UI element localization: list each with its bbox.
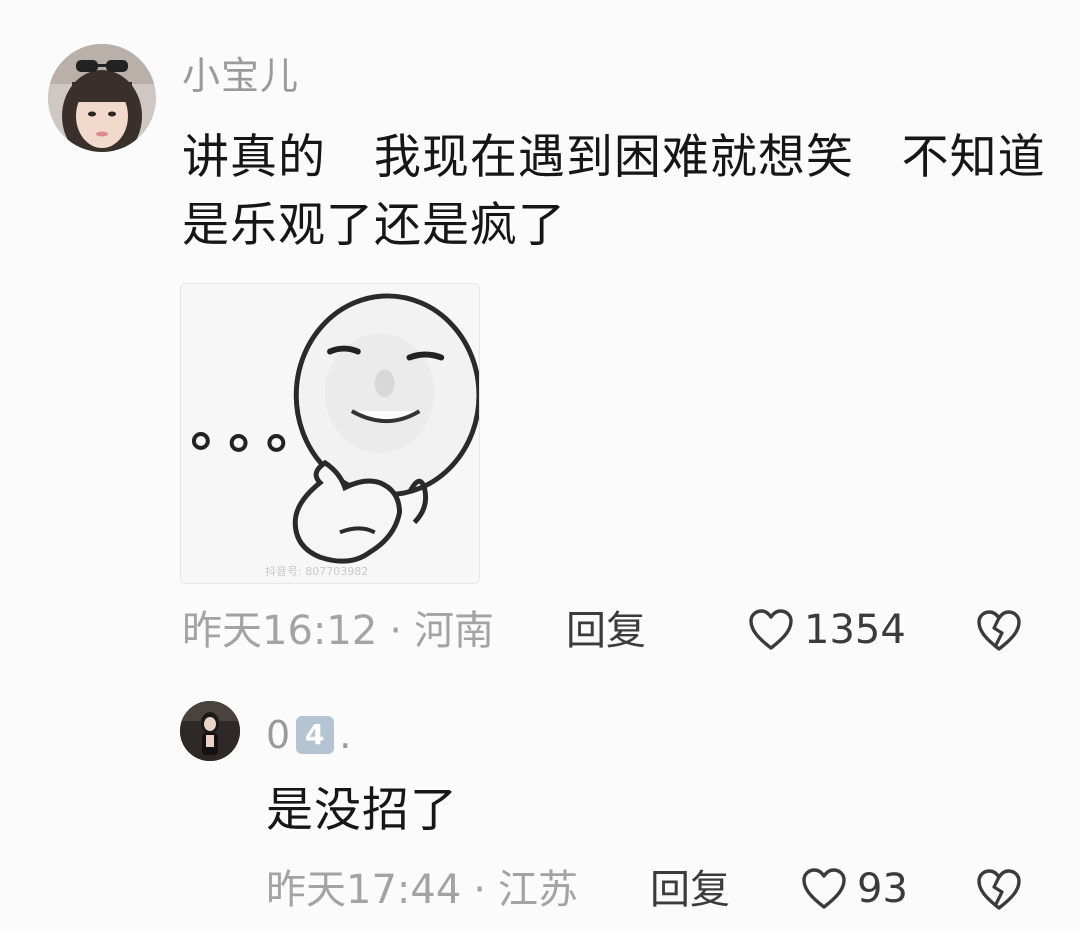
reply-username[interactable]: 0 4 .	[266, 716, 352, 754]
meta-separator: ·	[473, 867, 486, 913]
like-button[interactable]: 1354	[748, 608, 906, 652]
reply-text: 是没招了	[266, 783, 458, 838]
meta-separator: ·	[389, 608, 402, 654]
broken-heart-icon[interactable]	[976, 868, 1022, 912]
comment-time: 昨天16:12	[182, 608, 378, 654]
reply-button[interactable]: 回复	[566, 611, 646, 651]
username[interactable]: 小宝儿	[182, 57, 299, 95]
reply-meta: 昨天17:44 · 江苏	[266, 870, 578, 910]
keycap-digit-icon: 4	[296, 716, 335, 754]
broken-heart-icon[interactable]	[976, 609, 1022, 653]
avatar-photo-icon	[48, 44, 156, 152]
reply-reply-button[interactable]: 回复	[650, 870, 730, 910]
reply-user-avatar[interactable]	[180, 701, 240, 761]
reply-like-count: 93	[857, 866, 908, 912]
comment-thread: 小宝儿 讲真的 我现在遇到困难就想笑 不知道是乐观了还是疯了 抖音号: 8077…	[0, 0, 1080, 929]
reply-time: 昨天17:44	[266, 867, 462, 913]
like-count: 1354	[804, 607, 906, 653]
comment-location: 河南	[414, 608, 494, 654]
reply-location: 江苏	[498, 867, 578, 913]
heart-outline-icon	[802, 868, 846, 909]
reply-username-prefix: 0	[266, 713, 292, 757]
user-avatar[interactable]	[48, 44, 156, 152]
heart-outline-icon	[749, 609, 793, 650]
reply-like-button[interactable]: 93	[801, 867, 908, 911]
reply-username-suffix: .	[339, 713, 353, 757]
sticker-watermark: 抖音号: 807703982	[265, 565, 369, 578]
avatar-photo-icon	[180, 701, 240, 761]
smiling-face-meme-icon	[181, 284, 479, 583]
comment-sticker-image[interactable]: 抖音号: 807703982	[180, 283, 480, 584]
comment-meta: 昨天16:12 · 河南	[182, 611, 494, 651]
comment-text: 讲真的 我现在遇到困难就想笑 不知道是乐观了还是疯了	[182, 130, 1046, 253]
